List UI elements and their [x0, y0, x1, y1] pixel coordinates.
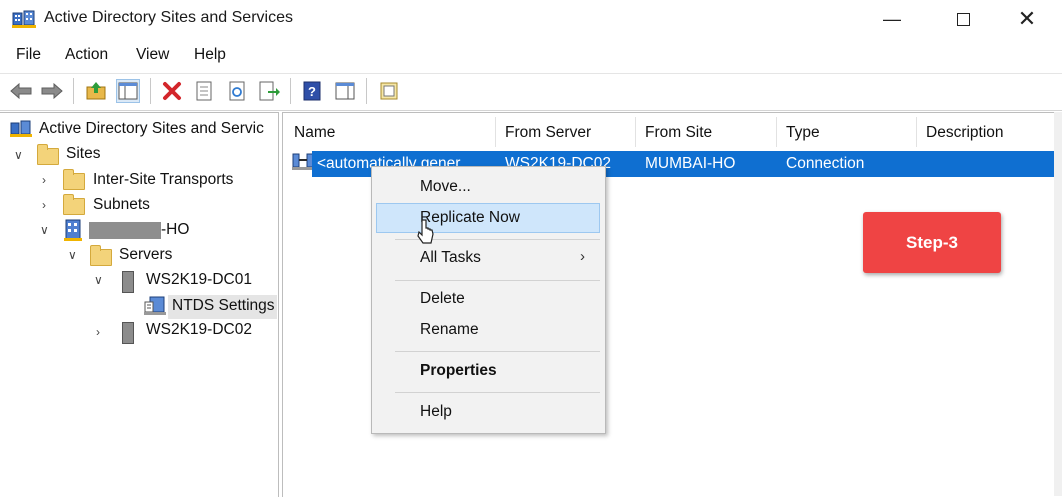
- new-window-button[interactable]: [377, 79, 401, 103]
- menu-separator: [395, 280, 600, 281]
- column-header-from-site[interactable]: From Site: [645, 124, 712, 142]
- ntds-settings-icon: [144, 296, 166, 316]
- menu-help[interactable]: Help: [194, 46, 226, 64]
- site-expand-chevron-icon[interactable]: ∨: [40, 223, 49, 237]
- connection-object-icon: [292, 152, 314, 172]
- toolbar-separator: [73, 78, 74, 104]
- help-button[interactable]: ?: [300, 79, 324, 103]
- forward-arrow-icon: [41, 83, 63, 99]
- show-hide-console-tree-button[interactable]: [116, 79, 140, 103]
- folder-icon: [37, 144, 59, 165]
- tree-item-site-suffix[interactable]: -HO: [161, 221, 189, 239]
- menu-item-move[interactable]: Move...: [420, 178, 471, 196]
- menu-action[interactable]: Action: [65, 46, 108, 64]
- sites-expand-chevron-icon[interactable]: ∨: [14, 148, 23, 162]
- maximize-button[interactable]: [939, 0, 987, 38]
- forward-button[interactable]: [40, 79, 64, 103]
- tree-item-ws2k19-dc02[interactable]: WS2K19-DC02: [146, 321, 252, 339]
- back-arrow-icon: [10, 83, 32, 99]
- folder-icon: [63, 169, 85, 190]
- refresh-button[interactable]: [225, 79, 249, 103]
- menu-separator: [395, 392, 600, 393]
- tree-item-servers[interactable]: Servers: [119, 246, 172, 264]
- subnets-chevron-icon[interactable]: ›: [42, 198, 46, 212]
- minimize-button[interactable]: —: [868, 0, 916, 38]
- toolbar-separator: [290, 78, 291, 104]
- close-button[interactable]: ✕: [1003, 0, 1051, 38]
- show-hide-console-tree-icon: [118, 82, 138, 100]
- tree-item-subnets[interactable]: Subnets: [93, 196, 150, 214]
- svg-text:?: ?: [308, 84, 316, 99]
- server-icon: [122, 271, 134, 293]
- up-one-level-button[interactable]: [84, 79, 108, 103]
- refresh-icon: [229, 81, 245, 101]
- export-list-icon: [259, 81, 280, 101]
- show-action-pane-icon: [335, 82, 355, 100]
- delete-button[interactable]: [160, 79, 184, 103]
- column-separator[interactable]: [776, 117, 777, 147]
- toolbar-separator: [150, 78, 151, 104]
- menu-item-delete[interactable]: Delete: [420, 290, 465, 308]
- help-icon: ?: [303, 81, 321, 101]
- inter-site-chevron-icon[interactable]: ›: [42, 173, 46, 187]
- show-action-pane-button[interactable]: [333, 79, 357, 103]
- folder-icon: [63, 194, 85, 215]
- dc01-expand-chevron-icon[interactable]: ∨: [94, 273, 103, 287]
- ad-sites-app-icon: [12, 9, 36, 29]
- tree-root-label[interactable]: Active Directory Sites and Servic: [39, 120, 264, 138]
- column-separator[interactable]: [495, 117, 496, 147]
- vertical-scrollbar[interactable]: [1054, 112, 1062, 496]
- cell-from-site: MUMBAI-HO: [645, 155, 736, 172]
- menu-item-all-tasks[interactable]: All Tasks: [420, 249, 481, 267]
- maximize-icon: [956, 12, 970, 26]
- submenu-chevron-icon: ›: [580, 248, 585, 265]
- menu-item-properties[interactable]: Properties: [420, 362, 497, 380]
- toolbar-separator: [366, 78, 367, 104]
- tree-item-ntds-settings[interactable]: NTDS Settings: [172, 297, 275, 315]
- site-icon: [64, 219, 82, 241]
- folder-icon: [90, 245, 112, 266]
- mouse-cursor-icon: [417, 219, 435, 245]
- step-annotation-badge: Step-3: [863, 212, 1001, 273]
- delete-icon: [163, 82, 181, 100]
- menu-item-rename[interactable]: Rename: [420, 321, 479, 339]
- window-title: Active Directory Sites and Services: [44, 9, 293, 26]
- export-list-button[interactable]: [257, 79, 281, 103]
- dc02-chevron-icon[interactable]: ›: [96, 325, 100, 339]
- back-button[interactable]: [9, 79, 33, 103]
- column-header-type[interactable]: Type: [786, 124, 820, 142]
- ad-sites-root-icon: [10, 120, 32, 138]
- column-header-description[interactable]: Description: [926, 124, 1004, 142]
- properties-icon: [196, 81, 212, 101]
- column-header-name[interactable]: Name: [294, 124, 335, 142]
- close-icon: ✕: [1017, 6, 1037, 31]
- column-separator[interactable]: [635, 117, 636, 147]
- menu-file[interactable]: File: [16, 46, 41, 64]
- tree-item-sites[interactable]: Sites: [66, 145, 100, 163]
- column-separator[interactable]: [916, 117, 917, 147]
- servers-expand-chevron-icon[interactable]: ∨: [68, 248, 77, 262]
- new-window-icon: [380, 82, 398, 100]
- properties-button[interactable]: [192, 79, 216, 103]
- minimize-icon: —: [883, 8, 901, 29]
- menu-item-help[interactable]: Help: [420, 403, 452, 421]
- column-header-from-server[interactable]: From Server: [505, 124, 591, 142]
- tree-item-inter-site-transports[interactable]: Inter-Site Transports: [93, 171, 233, 189]
- server-icon: [122, 322, 134, 344]
- up-folder-icon: [86, 82, 106, 100]
- menu-separator: [395, 351, 600, 352]
- cell-type: Connection: [786, 155, 865, 172]
- redacted-site-name: [89, 222, 161, 239]
- menu-view[interactable]: View: [136, 46, 169, 64]
- tree-item-ws2k19-dc01[interactable]: WS2K19-DC01: [146, 271, 252, 289]
